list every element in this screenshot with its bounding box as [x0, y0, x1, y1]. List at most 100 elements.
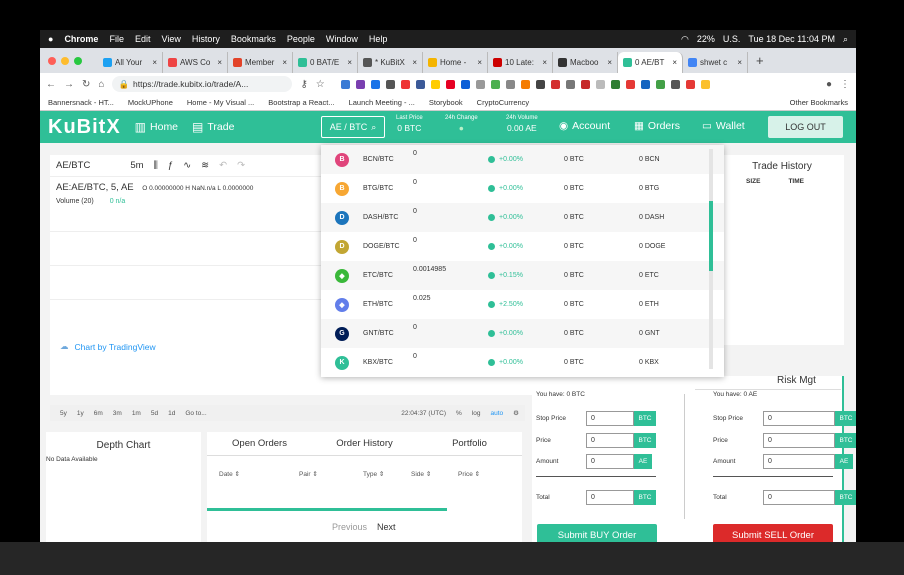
tab-order-history[interactable]: Order History — [312, 438, 417, 449]
submit-sell-button[interactable]: Submit SELL Order — [713, 524, 833, 542]
candles-icon[interactable]: ⫼ — [154, 160, 158, 171]
tab-open-orders[interactable]: Open Orders — [207, 438, 312, 449]
sell-total-input[interactable]: 0 — [763, 490, 835, 505]
close-tab-icon[interactable]: × — [477, 58, 482, 67]
submit-buy-button[interactable]: Submit BUY Order — [537, 524, 657, 542]
extension-icon[interactable] — [535, 79, 545, 89]
profile-avatar[interactable]: ● — [826, 79, 832, 90]
close-tab-icon[interactable]: × — [542, 58, 547, 67]
close-tab-icon[interactable]: × — [282, 58, 287, 67]
col-pair[interactable]: Pair ⇕ — [299, 470, 363, 478]
nav-home[interactable]: ▥ Home — [135, 120, 178, 134]
studies-icon[interactable]: ≋ — [201, 160, 209, 171]
browser-tab[interactable]: 0 AE/BT × — [618, 52, 683, 73]
extension-icon[interactable] — [370, 79, 380, 89]
pair-row[interactable]: K KBX/BTC 0 +0.00% 0 BTC 0 KBX — [321, 348, 724, 377]
apple-icon[interactable]: ● — [48, 34, 53, 44]
new-tab-button[interactable]: + — [748, 53, 772, 68]
redo-icon[interactable]: ↷ — [237, 160, 245, 171]
col-date[interactable]: Date ⇕ — [219, 470, 299, 478]
nav-orders[interactable]: ▦ Orders — [634, 120, 680, 132]
range-button[interactable]: 3m — [113, 410, 122, 417]
interval-selector[interactable]: 5m — [130, 160, 143, 171]
browser-tab[interactable]: shwet c × — [683, 52, 748, 73]
bookmark-item[interactable]: CryptoCurrency — [477, 98, 530, 107]
range-button[interactable]: 1m — [132, 410, 141, 417]
sell-amount-input[interactable]: 0 — [763, 454, 835, 469]
col-type[interactable]: Type ⇕ — [363, 470, 411, 478]
extension-icon[interactable] — [655, 79, 665, 89]
percent-toggle[interactable]: % — [456, 410, 462, 417]
browser-tab[interactable]: Macboo × — [553, 52, 618, 73]
symbol-label[interactable]: AE/BTC — [56, 160, 90, 171]
nav-trade[interactable]: ▤ Trade — [192, 120, 234, 134]
wifi-icon[interactable]: ◠ — [681, 34, 689, 45]
minimize-window-icon[interactable] — [61, 57, 69, 65]
buy-stop-input[interactable]: 0 — [586, 411, 634, 426]
pair-selector[interactable]: AE / BTC ⌕ — [321, 116, 385, 138]
extension-icon[interactable] — [415, 79, 425, 89]
menu-people[interactable]: People — [287, 34, 315, 44]
buy-amount-input[interactable]: 0 — [586, 454, 634, 469]
pair-row[interactable]: B BCN/BTC 0 +0.00% 0 BTC 0 BCN — [321, 145, 724, 174]
browser-tab[interactable]: Member × — [228, 52, 293, 73]
key-icon[interactable]: ⚷ — [300, 79, 307, 90]
browser-tab[interactable]: * KuBitX × — [358, 52, 423, 73]
extension-icon[interactable] — [595, 79, 605, 89]
browser-tab[interactable]: 10 Late: × — [488, 52, 553, 73]
star-icon[interactable]: ☆ — [316, 79, 325, 90]
battery-percent[interactable]: 22% — [697, 34, 715, 45]
tradingview-credit[interactable]: ☁ Chart by TradingView — [60, 341, 156, 352]
bookmark-item[interactable]: Launch Meeting - ... — [349, 98, 415, 107]
pair-row[interactable]: B BTG/BTC 0 +0.00% 0 BTC 0 BTG — [321, 174, 724, 203]
close-tab-icon[interactable]: × — [672, 58, 677, 67]
orders-scrollbar[interactable] — [207, 508, 447, 511]
extension-icon[interactable] — [565, 79, 575, 89]
chrome-menu-icon[interactable]: ⋮ — [840, 79, 850, 90]
menu-file[interactable]: File — [109, 34, 124, 44]
menu-window[interactable]: Window — [326, 34, 358, 44]
close-tab-icon[interactable]: × — [737, 58, 742, 67]
risk-mgt-tab[interactable]: Risk Mgt — [777, 375, 816, 386]
pair-row[interactable]: ◆ ETC/BTC 0.0014985 +0.15% 0 BTC 0 ETC — [321, 261, 724, 290]
extension-icon[interactable] — [625, 79, 635, 89]
extension-icon[interactable] — [505, 79, 515, 89]
menu-help[interactable]: Help — [369, 34, 388, 44]
close-tab-icon[interactable]: × — [412, 58, 417, 67]
col-price[interactable]: Price ⇕ — [458, 470, 480, 478]
extension-icon[interactable] — [610, 79, 620, 89]
range-button[interactable]: 6m — [94, 410, 103, 417]
menu-history[interactable]: History — [192, 34, 220, 44]
extension-icon[interactable] — [400, 79, 410, 89]
menu-edit[interactable]: Edit — [135, 34, 151, 44]
bookmark-item[interactable]: MockUPhone — [128, 98, 173, 107]
bookmark-item[interactable]: Home - My Visual ... — [187, 98, 254, 107]
extension-icon[interactable] — [445, 79, 455, 89]
other-bookmarks[interactable]: Other Bookmarks — [790, 98, 848, 107]
pair-row[interactable]: D DOGE/BTC 0 +0.00% 0 BTC 0 DOGE — [321, 232, 724, 261]
range-button[interactable]: 5d — [151, 410, 158, 417]
address-bar[interactable]: 🔒 https://trade.kubitx.io/trade/A... — [112, 76, 293, 92]
reload-icon[interactable]: ↻ — [82, 79, 90, 90]
home-icon[interactable]: ⌂ — [98, 79, 104, 90]
pair-row[interactable]: D DASH/BTC 0 +0.00% 0 BTC 0 DASH — [321, 203, 724, 232]
range-button[interactable]: 1d — [168, 410, 175, 417]
extension-icon[interactable] — [580, 79, 590, 89]
close-tab-icon[interactable]: × — [152, 58, 157, 67]
spotlight-icon[interactable]: ⌕ — [843, 34, 848, 45]
input-locale[interactable]: U.S. — [723, 34, 741, 45]
nav-account[interactable]: ◉ Account — [559, 120, 610, 132]
menu-view[interactable]: View — [161, 34, 180, 44]
buy-price-input[interactable]: 0 — [586, 433, 634, 448]
extension-icon[interactable] — [355, 79, 365, 89]
previous-button[interactable]: Previous — [332, 522, 367, 532]
pair-row[interactable]: G GNT/BTC 0 +0.00% 0 BTC 0 GNT — [321, 319, 724, 348]
menu-bookmarks[interactable]: Bookmarks — [231, 34, 276, 44]
close-tab-icon[interactable]: × — [607, 58, 612, 67]
zoom-window-icon[interactable] — [74, 57, 82, 65]
browser-tab[interactable]: AWS Co × — [163, 52, 228, 73]
extension-icon[interactable] — [385, 79, 395, 89]
extension-icon[interactable] — [520, 79, 530, 89]
tab-portfolio[interactable]: Portfolio — [417, 438, 522, 449]
col-side[interactable]: Side ⇕ — [411, 470, 458, 478]
